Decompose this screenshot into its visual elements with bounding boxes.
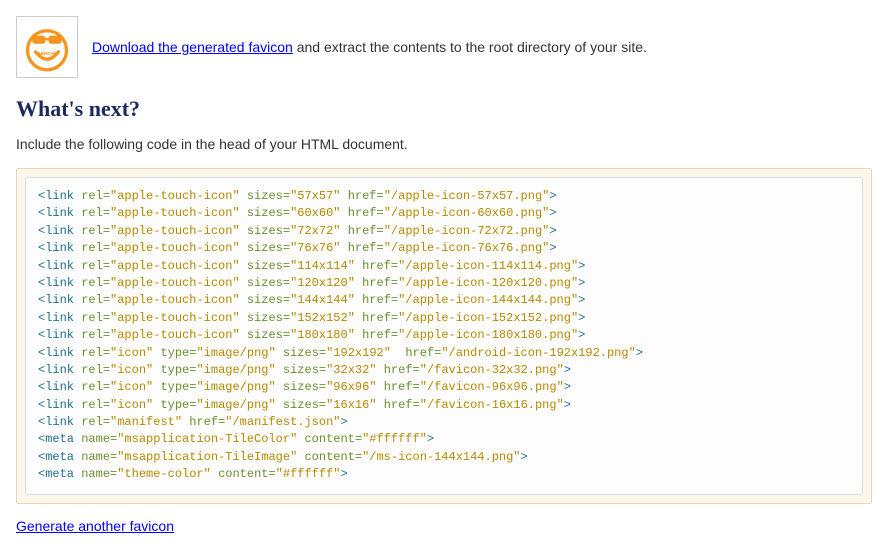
- download-suffix-text: and extract the contents to the root dir…: [293, 39, 647, 55]
- code-block[interactable]: <link rel="apple-touch-icon" sizes="57x5…: [25, 177, 863, 495]
- favicon-preview: mancvnl: [16, 16, 78, 78]
- svg-text:mancvnl: mancvnl: [35, 51, 58, 57]
- download-row: mancvnl Download the generated favicon a…: [16, 16, 872, 78]
- download-line: Download the generated favicon and extra…: [92, 39, 647, 55]
- instruction-text: Include the following code in the head o…: [16, 136, 872, 152]
- download-link[interactable]: Download the generated favicon: [92, 39, 293, 55]
- code-panel: <link rel="apple-touch-icon" sizes="57x5…: [16, 168, 872, 504]
- smiley-icon: mancvnl: [21, 21, 73, 73]
- whats-next-heading: What's next?: [16, 96, 872, 122]
- generate-another-link[interactable]: Generate another favicon: [16, 518, 174, 534]
